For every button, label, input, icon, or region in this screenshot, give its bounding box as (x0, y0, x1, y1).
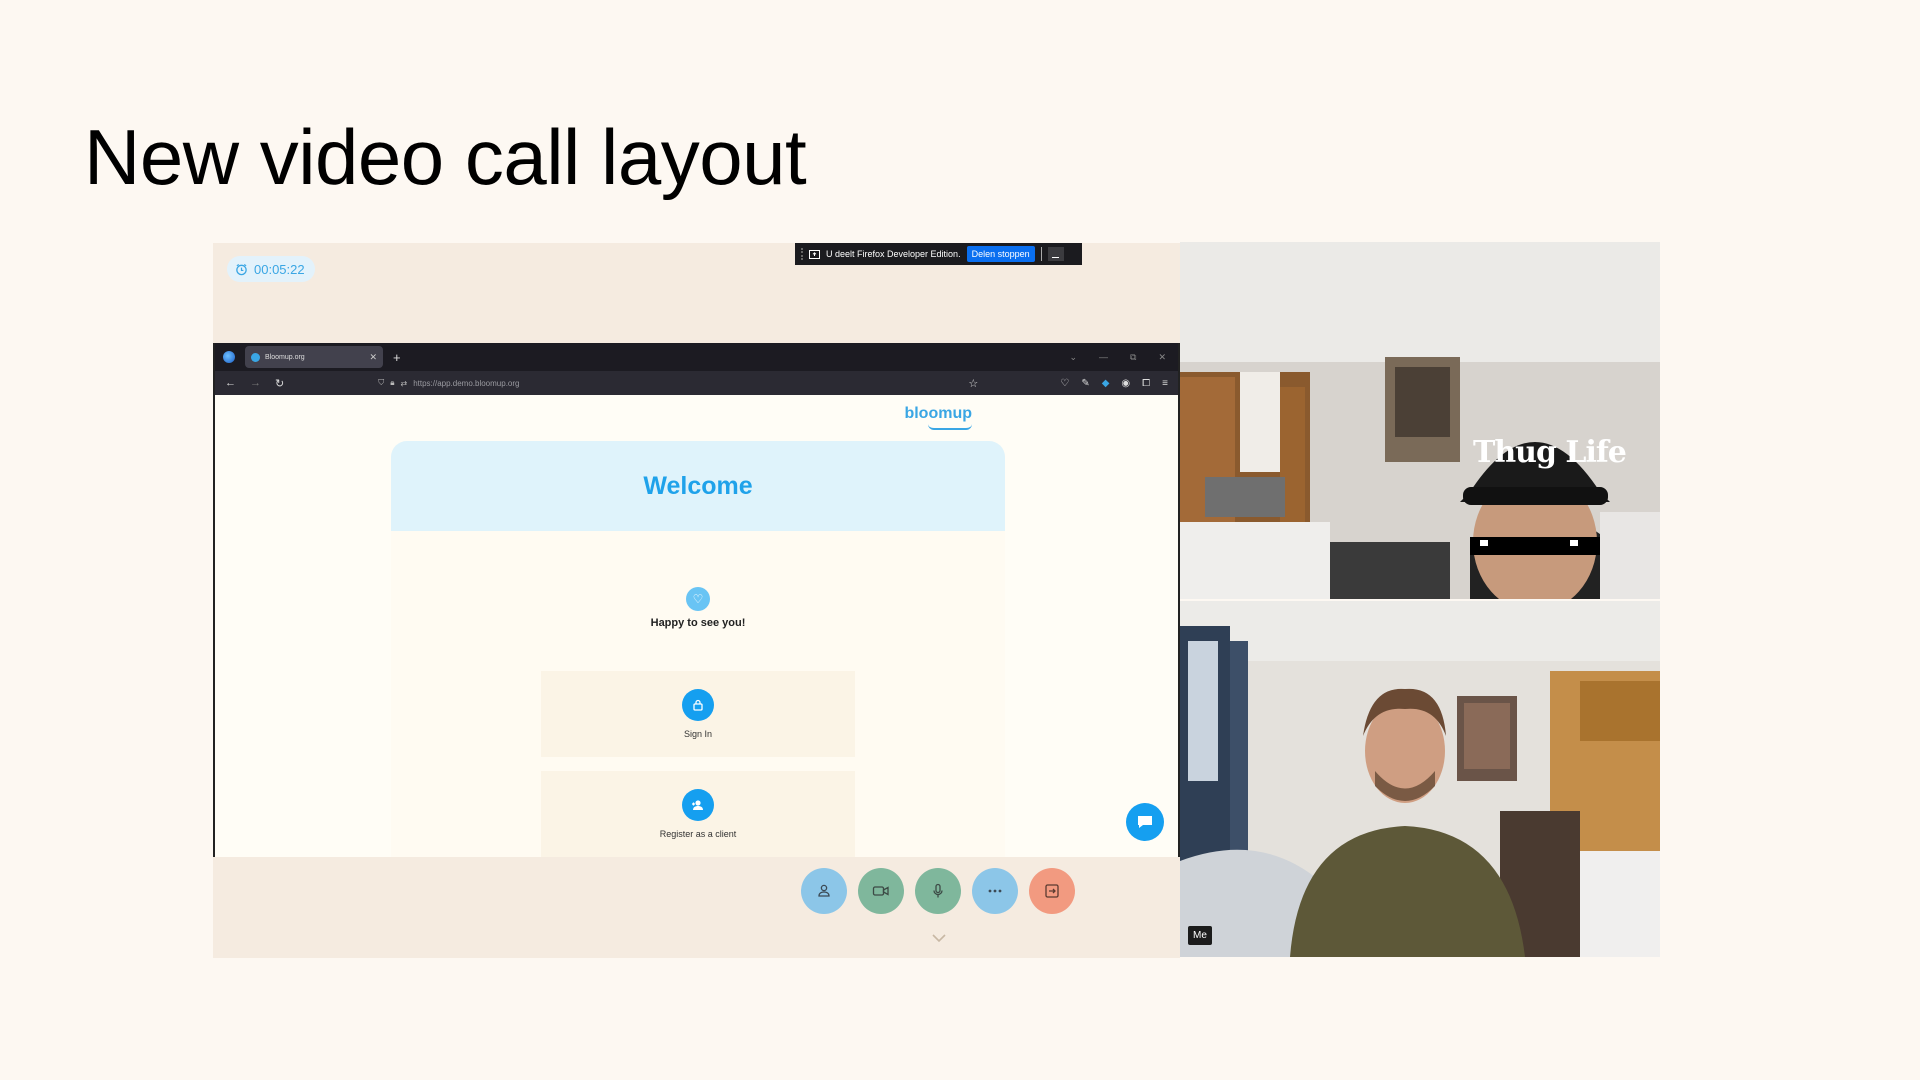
shield-icon: ⛉ (378, 378, 385, 387)
restore-icon[interactable]: ⧉ (1130, 352, 1136, 363)
camera-button[interactable] (858, 868, 904, 914)
menu-icon[interactable]: ≡ (1162, 378, 1168, 389)
self-video: Me (1180, 601, 1660, 957)
exit-icon (1045, 884, 1059, 898)
more-button[interactable] (972, 868, 1018, 914)
permissions-icon: ⇄ (400, 378, 408, 388)
lock-icon: 🔒︎ (390, 378, 395, 387)
participants-button[interactable] (801, 868, 847, 914)
welcome-title: Welcome (643, 471, 753, 500)
drag-handle[interactable] (801, 248, 803, 260)
extensions-puzzle-icon[interactable]: ⧠ (1142, 378, 1150, 389)
call-stage: 00:05:22 U deelt Firefox Developer Editi… (213, 243, 1180, 958)
shared-browser-window: Bloomup.org ✕ + ⌄ — ⧉ ✕ ← → ↻ ⛉ 🔒︎ ⇄ htt… (213, 343, 1180, 857)
welcome-header: Welcome (391, 441, 1005, 531)
window-controls: ⌄ — ⧉ ✕ (1069, 352, 1178, 363)
logo-swoosh (928, 424, 972, 430)
minimize-share-bar-button[interactable] (1047, 247, 1064, 261)
self-video-frame (1180, 601, 1660, 957)
list-tabs-icon[interactable]: ⌄ (1069, 352, 1077, 363)
heart-icon: ♡ (686, 587, 710, 611)
browser-tab[interactable]: Bloomup.org ✕ (245, 346, 383, 368)
sign-in-option[interactable]: Sign In (541, 671, 855, 757)
video-camera-icon (872, 886, 889, 896)
remote-video-frame (1180, 242, 1660, 599)
divider (1040, 247, 1042, 261)
chevron-down-icon[interactable] (931, 933, 947, 943)
chat-icon[interactable] (1126, 803, 1164, 841)
account-icon[interactable]: ◉ (1121, 378, 1130, 389)
back-icon[interactable]: ← (225, 377, 236, 389)
bloomup-page: bloomup Welcome ♡ Happy to see you! Sign… (215, 395, 1178, 857)
person-icon (818, 884, 830, 897)
call-timer: 00:05:22 (227, 256, 315, 282)
new-tab-icon[interactable]: + (393, 350, 401, 365)
extension-icon[interactable]: ◆ (1102, 378, 1110, 389)
microphone-button[interactable] (915, 868, 961, 914)
thug-life-overlay: Thug Life (1473, 435, 1627, 470)
welcome-card: Welcome ♡ Happy to see you! Sign In Regi… (391, 441, 1005, 857)
register-label: Register as a client (659, 829, 737, 839)
forward-icon[interactable]: → (250, 377, 261, 389)
tab-title: Bloomup.org (265, 353, 305, 361)
bookmark-star-icon[interactable]: ☆ (968, 377, 978, 390)
screen-share-icon (809, 249, 820, 259)
slide-title: New video call layout (84, 113, 807, 201)
bloomup-logo[interactable]: bloomup (904, 405, 972, 423)
self-label-badge: Me (1188, 926, 1212, 945)
url-text: https://app.demo.bloomup.org (413, 378, 520, 388)
leave-button[interactable] (1029, 868, 1075, 914)
minimize-icon[interactable]: — (1099, 352, 1108, 363)
clock-icon (236, 263, 247, 275)
register-option[interactable]: Register as a client (541, 771, 855, 857)
toolbar-icons: ♡ ✎ ◆ ◉ ⧠ ≡ (1060, 378, 1168, 389)
reload-icon[interactable]: ↻ (275, 377, 284, 390)
timer-value: 00:05:22 (254, 261, 305, 277)
lock-icon (682, 689, 714, 721)
call-controls (801, 868, 1075, 914)
stop-sharing-button[interactable]: Delen stoppen (966, 246, 1035, 262)
more-dots-icon (988, 889, 1002, 893)
favicon-icon (251, 352, 260, 362)
screen-share-bar: U deelt Firefox Developer Edition. Delen… (795, 243, 1082, 265)
browser-tab-strip: Bloomup.org ✕ + ⌄ — ⧉ ✕ (215, 343, 1178, 371)
remote-participant-video: Thug Life (1180, 242, 1660, 599)
share-status-text: U deelt Firefox Developer Edition. (826, 249, 961, 259)
greeting-text: Happy to see you! (650, 617, 746, 629)
close-tab-icon[interactable]: ✕ (369, 352, 377, 363)
close-window-icon[interactable]: ✕ (1158, 352, 1166, 363)
add-user-icon (682, 789, 714, 821)
browser-nav-bar: ← → ↻ ⛉ 🔒︎ ⇄ https://app.demo.bloomup.or… (215, 371, 1178, 395)
microphone-icon (933, 883, 943, 898)
url-bar[interactable]: ⛉ 🔒︎ ⇄ https://app.demo.bloomup.org ☆ (378, 377, 978, 390)
pocket-icon[interactable]: ♡ (1060, 378, 1069, 389)
devtools-wrench-icon[interactable]: ✎ (1081, 378, 1089, 389)
firefox-icon (223, 351, 235, 363)
sign-in-label: Sign In (683, 729, 713, 739)
